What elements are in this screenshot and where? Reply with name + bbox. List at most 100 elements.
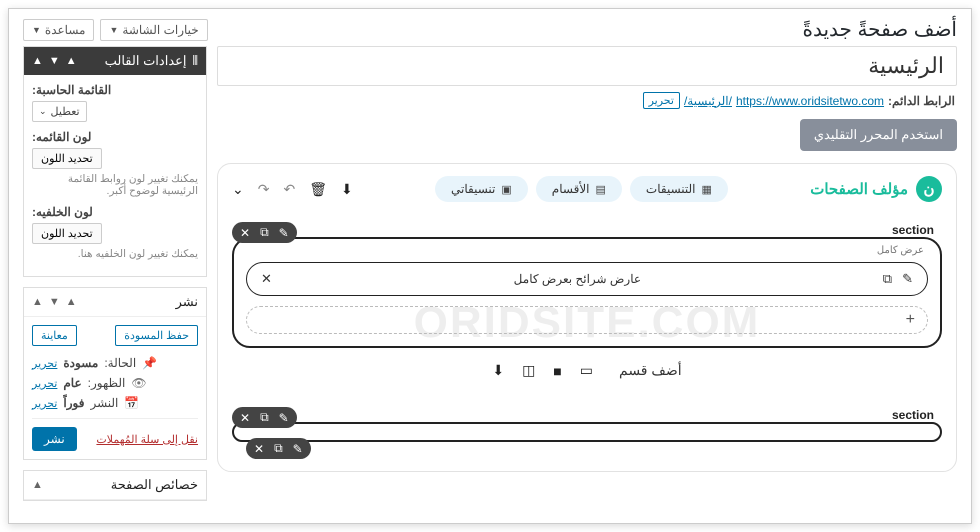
- panel-up-icon[interactable]: ▲: [66, 296, 77, 308]
- schedule-edit-link[interactable]: تحرير: [32, 397, 57, 410]
- help-label: مساعدة: [45, 23, 86, 37]
- my-layouts-pill-button[interactable]: ▣ تنسيقاتي: [435, 176, 528, 202]
- header-color-hint: يمكنك تغيير لون روابط القائمة الرئيسية ل…: [32, 169, 198, 197]
- panel-down-icon[interactable]: ▼: [49, 296, 60, 308]
- section-copy-icon[interactable]: ⧉: [260, 410, 269, 425]
- chevron-down-icon[interactable]: ⌄: [232, 181, 244, 198]
- chevron-down-icon: ⌄: [39, 106, 47, 117]
- widget-title: عارض شرائح بعرض كامل: [272, 272, 883, 286]
- header-color-label: لون القائمه:: [32, 130, 198, 144]
- move-to-trash-link[interactable]: نقل إلى سلة المُهملات: [96, 433, 198, 446]
- section-container: عرض كامل ✎ ⧉ عارض شرائح بعرض كامل ✕: [232, 237, 942, 348]
- section-heading: section: [890, 408, 936, 422]
- status-value: مسودة: [63, 356, 98, 370]
- permalink-base-link[interactable]: https://www.oridsitetwo.com: [736, 94, 884, 108]
- screen-options-button[interactable]: خيارات الشاشة ▼: [100, 19, 207, 41]
- save-draft-button[interactable]: حفظ المسودة: [115, 325, 198, 346]
- section-action-bar: ✎ ⧉ ✕: [232, 407, 297, 428]
- status-label: الحالة:: [104, 356, 136, 370]
- permalink-label: الرابط الدائم:: [888, 94, 955, 108]
- widget-close-icon[interactable]: ✕: [261, 271, 272, 287]
- section-close-icon[interactable]: ✕: [240, 226, 250, 240]
- page-attributes-title: خصائص الصفحة: [111, 477, 198, 493]
- status-edit-link[interactable]: تحرير: [32, 357, 57, 370]
- publish-panel: نشر ▲ ▼ ▲ حفظ المسودة معاينة 📌: [23, 287, 207, 460]
- page-attributes-panel: خصائص الصفحة ▲: [23, 470, 207, 501]
- formats-pill-label: التنسيقات: [646, 182, 696, 196]
- layout-download-icon[interactable]: ⬇: [492, 362, 504, 379]
- trash-icon[interactable]: 🗑: [309, 181, 327, 198]
- panel-toggle-icon[interactable]: ▲: [32, 296, 43, 308]
- help-button[interactable]: مساعدة ▼: [23, 19, 94, 41]
- section-edit-icon[interactable]: ✎: [279, 411, 289, 425]
- row-action-bar: ✎ ⧉ ✕: [246, 438, 311, 459]
- eye-icon: 👁: [131, 376, 146, 390]
- pin-icon: 📌: [142, 356, 157, 370]
- chevron-down-icon: ▼: [109, 25, 118, 35]
- publish-button[interactable]: نشر: [32, 427, 77, 451]
- bg-color-label: لون الخلفيه:: [32, 205, 198, 219]
- bg-color-button[interactable]: تحديد اللون: [32, 223, 102, 244]
- schedule-value: فوراً: [63, 396, 84, 410]
- section-heading: section: [890, 223, 936, 237]
- visibility-value: عام: [63, 376, 81, 390]
- theme-settings-title: إعدادات القالب: [105, 53, 187, 69]
- my-layouts-pill-label: تنسيقاتي: [451, 182, 495, 196]
- sections-pill-button[interactable]: ▤ الأقسام: [536, 176, 622, 202]
- builder-brand-label: مؤلف الصفحات: [810, 180, 908, 198]
- layout-2col-icon[interactable]: ◫: [522, 362, 535, 379]
- add-section-label: أضف قسم: [619, 362, 682, 379]
- theme-settings-panel: ⫴ إعدادات القالب ▲ ▼ ▲ القائمة الحاسبة: …: [23, 46, 207, 277]
- add-widget-row[interactable]: +: [246, 306, 928, 334]
- layers-icon: ▤: [596, 183, 606, 196]
- section-subtitle: عرض كامل: [246, 245, 924, 256]
- permalink-slug-link[interactable]: /الرئيسية/: [684, 94, 732, 108]
- calendar-icon: 📅: [124, 396, 139, 410]
- builder-logo-icon: ن: [916, 176, 942, 202]
- sections-pill-label: الأقسام: [552, 182, 590, 196]
- panel-up-icon[interactable]: ▲: [66, 55, 77, 67]
- schedule-label: النشر: [90, 396, 118, 410]
- row-copy-icon[interactable]: ⧉: [274, 441, 283, 456]
- use-classic-editor-button[interactable]: استخدم المحرر التقليدي: [800, 119, 957, 151]
- sticky-header-value: تعطيل: [51, 105, 80, 118]
- screen-options-label: خيارات الشاشة: [122, 23, 198, 37]
- header-color-button[interactable]: تحديد اللون: [32, 148, 102, 169]
- row-edit-icon[interactable]: ✎: [293, 442, 303, 456]
- publish-panel-title: نشر: [176, 294, 198, 310]
- permalink-edit-button[interactable]: تحرير: [643, 92, 680, 109]
- chevron-down-icon: ▼: [32, 25, 41, 35]
- panel-down-icon[interactable]: ▼: [49, 55, 60, 67]
- save-icon: ▣: [501, 183, 511, 196]
- page-builder-panel: ORIDSITE.COM ن مؤلف الصفحات ▦ التنسيقات: [217, 163, 957, 472]
- annotation-arrow: [8, 522, 971, 524]
- row-close-icon[interactable]: ✕: [254, 442, 264, 456]
- section-copy-icon[interactable]: ⧉: [260, 225, 269, 240]
- layout-1col-icon[interactable]: ▭: [580, 362, 593, 379]
- section-action-bar: ✎ ⧉ ✕: [232, 222, 297, 243]
- panel-toggle-icon[interactable]: ▲: [32, 55, 43, 67]
- page-title-input[interactable]: [217, 46, 957, 86]
- plus-icon[interactable]: +: [906, 311, 915, 329]
- page-title: أضف صفحةً جديدةً: [803, 17, 958, 42]
- layout-full-icon[interactable]: ■: [553, 363, 561, 379]
- bg-color-hint: يمكنك تغيير لون الخلفيه هنا.: [32, 244, 198, 260]
- preview-button[interactable]: معاينة: [32, 325, 77, 346]
- visibility-label: الظهور:: [88, 376, 126, 390]
- panel-up-icon[interactable]: ▲: [32, 479, 43, 491]
- visibility-edit-link[interactable]: تحرير: [32, 377, 57, 390]
- sticky-header-select[interactable]: تعطيل ⌄: [32, 101, 87, 122]
- import-icon[interactable]: ⬇: [341, 181, 353, 198]
- sliders-icon: ⫴: [193, 53, 198, 69]
- widget-row[interactable]: ✎ ⧉ عارض شرائح بعرض كامل ✕: [246, 262, 928, 296]
- widget-edit-icon[interactable]: ✎: [902, 271, 913, 287]
- section-container: ✎ ⧉ ✕: [232, 422, 942, 442]
- undo-icon[interactable]: ↶: [283, 181, 295, 198]
- redo-icon[interactable]: ↷: [258, 181, 270, 198]
- section-edit-icon[interactable]: ✎: [279, 226, 289, 240]
- sticky-header-label: القائمة الحاسبة:: [32, 83, 198, 97]
- grid-icon: ▦: [702, 183, 712, 196]
- widget-copy-icon[interactable]: ⧉: [883, 271, 892, 287]
- formats-pill-button[interactable]: ▦ التنسيقات: [630, 176, 728, 202]
- section-close-icon[interactable]: ✕: [240, 411, 250, 425]
